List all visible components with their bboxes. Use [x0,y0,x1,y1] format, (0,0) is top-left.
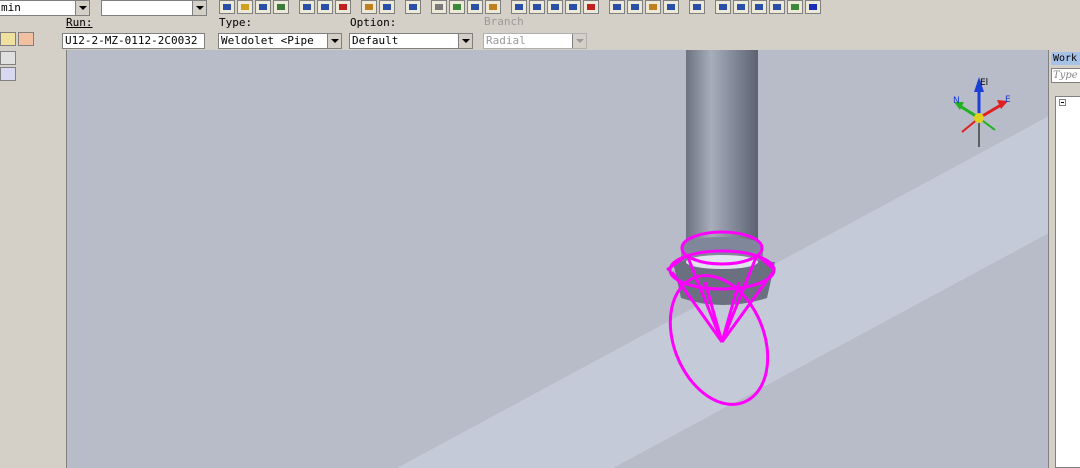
view2-icon[interactable] [547,0,563,14]
chevron-down-icon[interactable] [192,1,206,15]
insert-icon[interactable] [485,0,501,14]
open-icon[interactable] [237,0,253,14]
new-icon[interactable] [219,0,235,14]
graphic-view[interactable]: El N E [66,50,1049,468]
workspace-explorer-panel: Work Type [1048,50,1080,468]
select-icon[interactable] [431,0,447,14]
view5-icon[interactable] [609,0,625,14]
chevron-down-icon[interactable] [572,34,586,48]
route-icon[interactable] [467,0,483,14]
save-icon[interactable] [255,0,271,14]
workspace-filter-combo[interactable]: min [0,0,90,16]
run-value: U12-2-MZ-0112-2C0032 [65,34,198,47]
properties-icon[interactable] [787,0,803,14]
panel-filter-input[interactable]: Type [1051,68,1080,83]
chevron-down-icon[interactable] [75,1,89,15]
workspace-filter-value: min [1,1,21,14]
fit-icon[interactable] [751,0,767,14]
view1-icon[interactable] [529,0,545,14]
rotate-icon[interactable] [379,0,395,14]
elevation-axis-label: El [980,78,988,88]
run-field[interactable]: U12-2-MZ-0112-2C0032 [62,33,205,49]
workspace-tree[interactable] [1055,96,1080,468]
chevron-down-icon[interactable] [327,34,341,48]
type-label: Type: [219,16,253,29]
branch-label: Branch [484,15,524,28]
layer-combo[interactable] [101,0,207,16]
pin-icon[interactable] [0,32,16,46]
dimension-icon[interactable] [0,51,16,65]
zoom-area-icon[interactable] [733,0,749,14]
chevron-down-icon[interactable] [458,34,472,48]
left-tool-palette [0,32,36,92]
save-all-icon[interactable] [273,0,289,14]
paste-icon[interactable] [317,0,333,14]
sketch-icon[interactable] [18,32,34,46]
move-icon[interactable] [361,0,377,14]
branch-value: Radial [486,34,526,47]
undo-icon[interactable] [405,0,421,14]
east-axis-label: E [1005,95,1011,105]
view7-icon[interactable] [645,0,661,14]
option-value: Default [352,34,399,47]
delete-icon[interactable] [335,0,351,14]
copy-icon[interactable] [299,0,315,14]
camera-icon[interactable] [769,0,785,14]
run-label: Run: [66,16,93,29]
view6-icon[interactable] [627,0,643,14]
type-combo[interactable]: Weldolet <Pipe [218,33,342,49]
type-value: Weldolet <Pipe [221,34,314,47]
scene-canvas[interactable]: El N E [67,50,1049,468]
help-icon[interactable] [805,0,821,14]
branch-pipe[interactable] [686,50,758,250]
pan-icon[interactable] [715,0,731,14]
view4-icon[interactable] [583,0,599,14]
measure-icon[interactable] [449,0,465,14]
option-combo[interactable]: Default [349,33,473,49]
north-axis-label: N [953,96,960,106]
option-label: Option: [350,16,397,29]
panel-title: Work [1051,52,1080,65]
view8-icon[interactable] [663,0,679,14]
component-icon[interactable] [511,0,527,14]
zoom-icon[interactable] [689,0,705,14]
copy-to-icon[interactable] [0,67,16,81]
branch-combo[interactable]: Radial [483,33,587,49]
view3-icon[interactable] [565,0,581,14]
tree-collapse-icon[interactable] [1059,99,1066,106]
orientation-compass: El N E [953,77,1011,147]
